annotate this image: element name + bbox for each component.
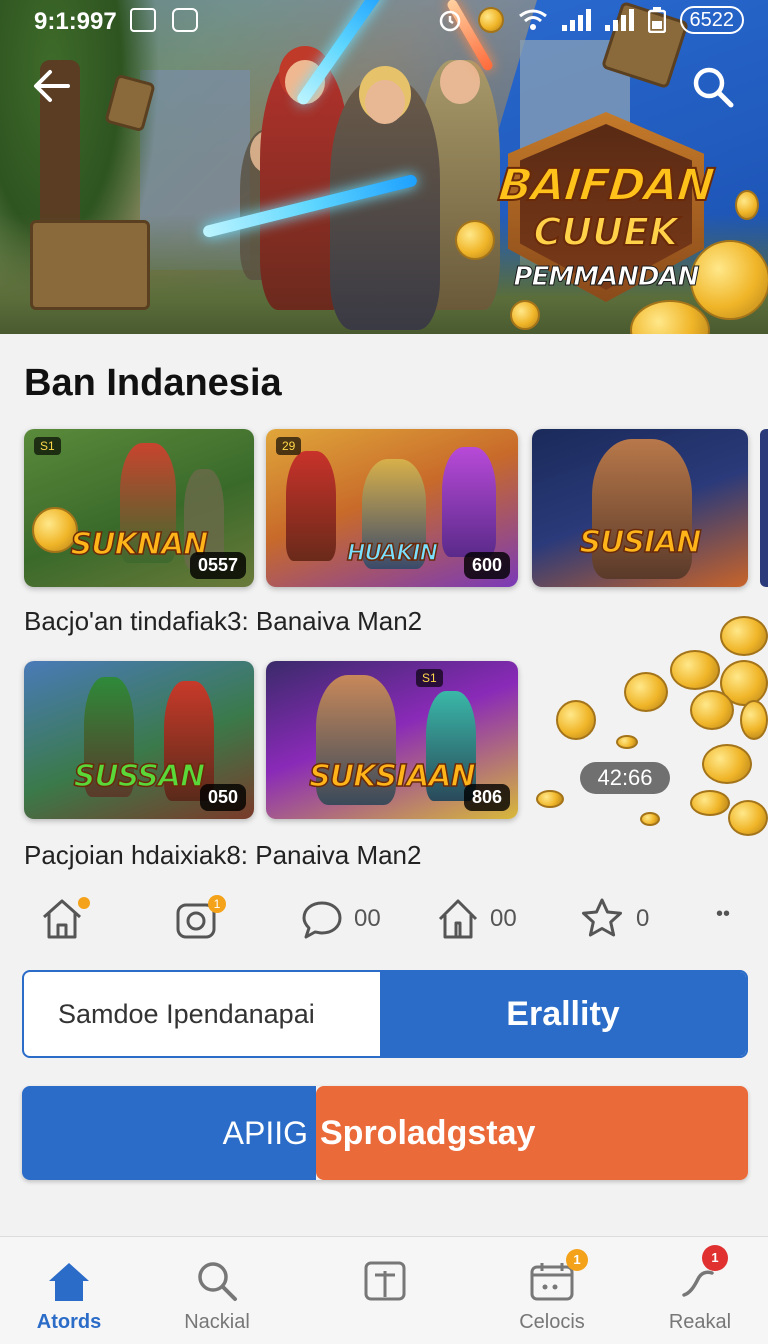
- search-icon: [693, 67, 734, 108]
- book-icon: [364, 1261, 406, 1301]
- nav-label: Atords: [36, 1311, 102, 1333]
- status-time: 9:1:997: [34, 8, 117, 35]
- share-action-button[interactable]: 00: [436, 895, 517, 943]
- card-tag: 29: [276, 437, 302, 455]
- cta-right-button[interactable]: Sproladgstay: [316, 1086, 748, 1180]
- row-caption: Pacjoian hdaixiak8: Panaiva Man2: [24, 840, 422, 870]
- game-card[interactable]: SUSIAN: [532, 429, 748, 587]
- wifi-icon: [518, 9, 547, 30]
- signal-icon: [561, 9, 591, 31]
- logo-line-1: BAIFDAN: [495, 159, 717, 212]
- nav-item-calendar[interactable]: 1 Celocis: [492, 1249, 612, 1334]
- more-dots: ••: [716, 903, 731, 925]
- comment-count: 00: [354, 905, 381, 932]
- crate: [30, 220, 150, 310]
- segment-right[interactable]: Erallity: [380, 972, 746, 1056]
- coin-icon: [477, 7, 504, 33]
- hero-banner[interactable]: BAIFDAN CUUEK PEMMANDAN: [0, 0, 768, 334]
- nav-item-search[interactable]: Nackial: [157, 1257, 277, 1334]
- segment-left[interactable]: Samdoe Ipendanapai: [24, 972, 380, 1056]
- hero-character: [330, 80, 440, 330]
- back-button[interactable]: [30, 64, 80, 114]
- gallery-icon: [130, 8, 156, 32]
- alarm-icon: [439, 10, 460, 32]
- section-title: Ban Indanesia: [24, 362, 282, 404]
- instagram-action-button[interactable]: 1: [174, 895, 226, 943]
- coin: [510, 300, 540, 330]
- action-row: 1 00 00 0 ••: [0, 895, 768, 951]
- coin: [735, 190, 759, 220]
- timer-badge: 42:66: [580, 762, 670, 794]
- next-card-peek[interactable]: [760, 429, 768, 587]
- cta-left-label: APIIG: [222, 1114, 308, 1151]
- arrow-left-icon: [34, 70, 70, 102]
- home-action-button[interactable]: [40, 895, 90, 943]
- search-button[interactable]: [690, 64, 740, 114]
- card-count: 050: [199, 784, 246, 811]
- notification-dot: [78, 897, 90, 909]
- card-tag: S1: [416, 669, 443, 687]
- cta-button-group: APIIG Sproladgstay: [22, 1086, 748, 1180]
- nav-label: Celocis: [519, 1311, 585, 1333]
- bottom-nav: Atords Nackial 1 Celocis 1 Reakal: [0, 1236, 768, 1344]
- nav-item-alerts[interactable]: 1 Reakal: [640, 1245, 760, 1334]
- game-logo-badge: BAIFDAN CUUEK PEMMANDAN: [490, 112, 722, 302]
- notification-badge: 1: [702, 1245, 728, 1271]
- card-count: 0557: [189, 552, 246, 579]
- nav-label: Reakal: [668, 1311, 732, 1333]
- logo-line-2: CUUEK: [532, 209, 679, 255]
- star-action-button[interactable]: 0: [578, 895, 649, 943]
- card-logo: SUSIAN: [579, 524, 703, 561]
- battery-level: 6522: [679, 6, 744, 34]
- card-count: 600: [463, 552, 510, 579]
- cta-left-button[interactable]: APIIG: [22, 1086, 316, 1180]
- nav-item-home[interactable]: Atords: [9, 1257, 129, 1334]
- row-caption: Bacjo'an tindafiak3: Banaiva Man2: [24, 606, 423, 636]
- card-count: 806: [463, 784, 510, 811]
- search-icon: [198, 1262, 237, 1301]
- game-card[interactable]: 29 HUAKIN 600: [266, 429, 518, 587]
- star-icon: [582, 898, 622, 937]
- segmented-control: Samdoe Ipendanapai Erallity: [22, 970, 748, 1058]
- nav-item-library[interactable]: [325, 1257, 445, 1311]
- notification-badge: 1: [566, 1249, 588, 1271]
- segment-left-label: Samdoe Ipendanapai: [58, 998, 315, 1029]
- share-count: 00: [490, 905, 517, 932]
- nav-label: Nackial: [184, 1311, 250, 1333]
- battery-icon: [647, 7, 666, 33]
- comment-action-button[interactable]: 00: [300, 895, 381, 943]
- comment-icon: [302, 901, 342, 939]
- signal-icon-2: [604, 9, 634, 31]
- game-card[interactable]: SUSSAN 050: [24, 661, 254, 819]
- status-bar: 9:1:997 6522: [0, 0, 768, 44]
- game-card[interactable]: S1 SUKSIAAN 806: [266, 661, 518, 819]
- cta-right-label: Sproladgstay: [320, 1113, 536, 1152]
- notification-dot: 1: [208, 895, 226, 913]
- logo-line-3: PEMMANDAN: [513, 262, 700, 293]
- game-card[interactable]: S1 SUKNAN 0557: [24, 429, 254, 587]
- home-icon: [49, 1263, 89, 1301]
- coin: [455, 220, 495, 260]
- star-count: 0: [636, 905, 650, 932]
- more-button[interactable]: ••: [716, 903, 730, 926]
- camera-icon: [172, 8, 198, 32]
- card-tag: S1: [34, 437, 61, 455]
- segment-right-label: Erallity: [506, 994, 620, 1033]
- share-icon: [438, 899, 478, 939]
